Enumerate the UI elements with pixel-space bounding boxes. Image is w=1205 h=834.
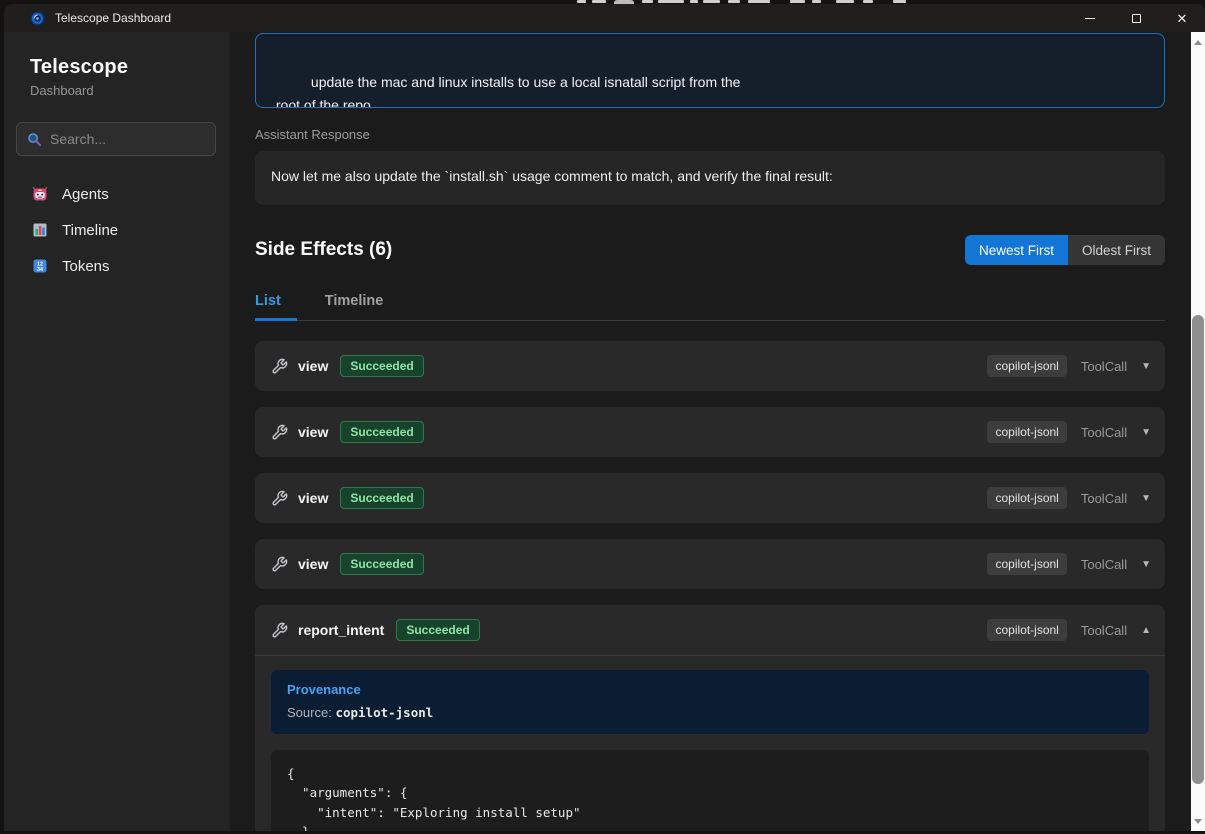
- user-message-text: update the mac and linux installs to use…: [272, 74, 740, 108]
- row-divider: [255, 655, 1165, 656]
- close-icon: ✕: [1177, 12, 1188, 25]
- source-badge: copilot-jsonl: [987, 487, 1066, 509]
- event-type-label: ToolCall: [1081, 425, 1127, 440]
- side-effect-row: view Succeeded copilot-jsonl ToolCall ▼: [255, 341, 1165, 391]
- status-badge: Succeeded: [340, 355, 423, 377]
- scroll-up-arrow-icon[interactable]: [1191, 35, 1205, 49]
- event-type-label: ToolCall: [1081, 557, 1127, 572]
- svg-text:34: 34: [37, 267, 43, 273]
- source-badge: copilot-jsonl: [987, 421, 1066, 443]
- side-effect-row-expanded: report_intent Succeeded copilot-jsonl To…: [255, 605, 1165, 831]
- status-badge: Succeeded: [340, 487, 423, 509]
- tool-name: report_intent: [298, 622, 384, 638]
- status-badge: Succeeded: [340, 421, 423, 443]
- vertical-scrollbar[interactable]: [1191, 32, 1205, 831]
- oldest-first-button[interactable]: Oldest First: [1068, 235, 1165, 265]
- sidebar-item-label: Tokens: [62, 258, 110, 275]
- tool-name: view: [298, 556, 328, 572]
- side-effect-row-header[interactable]: view Succeeded copilot-jsonl ToolCall ▼: [255, 407, 1165, 457]
- side-effect-row: view Succeeded copilot-jsonl ToolCall ▼: [255, 539, 1165, 589]
- side-effect-row-header[interactable]: report_intent Succeeded copilot-jsonl To…: [255, 605, 1165, 655]
- main-content: update the mac and linux installs to use…: [230, 32, 1191, 831]
- tab-timeline[interactable]: Timeline: [325, 287, 396, 320]
- tool-arguments-code: { "arguments": { "intent": "Exploring in…: [271, 750, 1149, 831]
- side-effects-title: Side Effects (6): [255, 239, 392, 261]
- robot-icon: [31, 185, 49, 203]
- chevron-up-icon[interactable]: ▲: [1141, 625, 1151, 636]
- search-box[interactable]: [16, 122, 216, 156]
- provenance-source-label: Source:: [287, 705, 332, 720]
- wrench-icon: [271, 358, 288, 375]
- close-button[interactable]: ✕: [1159, 4, 1205, 32]
- status-badge: Succeeded: [340, 553, 423, 575]
- view-tabs: List Timeline: [255, 287, 1165, 321]
- wrench-icon: [271, 490, 288, 507]
- maximize-icon: [1132, 14, 1141, 23]
- tool-name: view: [298, 358, 328, 374]
- side-effect-row-header[interactable]: view Succeeded copilot-jsonl ToolCall ▼: [255, 539, 1165, 589]
- scroll-down-arrow-icon[interactable]: [1191, 814, 1205, 828]
- event-type-label: ToolCall: [1081, 359, 1127, 374]
- user-message: update the mac and linux installs to use…: [255, 33, 1165, 108]
- chevron-down-icon[interactable]: ▼: [1141, 559, 1151, 570]
- chevron-down-icon[interactable]: ▼: [1141, 361, 1151, 372]
- sidebar: Telescope Dashboard: [4, 32, 230, 831]
- search-input[interactable]: [50, 131, 205, 147]
- assistant-response-text: Now let me also update the `install.sh` …: [271, 168, 833, 184]
- newest-first-button[interactable]: Newest First: [965, 235, 1068, 265]
- source-badge: copilot-jsonl: [987, 355, 1066, 377]
- wrench-icon: [271, 556, 288, 573]
- source-badge: copilot-jsonl: [987, 553, 1066, 575]
- sidebar-item-label: Agents: [62, 186, 109, 203]
- tab-list[interactable]: List: [255, 287, 297, 321]
- wrench-icon: [271, 424, 288, 441]
- sidebar-item-agents[interactable]: Agents: [4, 176, 230, 212]
- provenance-title: Provenance: [287, 682, 1133, 697]
- side-effect-row-header[interactable]: view Succeeded copilot-jsonl ToolCall ▼: [255, 473, 1165, 523]
- event-type-label: ToolCall: [1081, 623, 1127, 638]
- source-badge: copilot-jsonl: [987, 619, 1066, 641]
- side-effect-row: view Succeeded copilot-jsonl ToolCall ▼: [255, 473, 1165, 523]
- app-name: Telescope: [30, 56, 230, 79]
- assistant-response-label: Assistant Response: [255, 127, 1165, 142]
- scrollbar-thumb[interactable]: [1192, 315, 1204, 784]
- app-subtitle: Dashboard: [30, 83, 230, 98]
- app-logo-icon: [30, 11, 45, 26]
- sort-toggle: Newest First Oldest First: [965, 235, 1165, 265]
- side-effect-row: view Succeeded copilot-jsonl ToolCall ▼: [255, 407, 1165, 457]
- app-window: Telescope Dashboard ✕ Telescope Dashboar…: [4, 4, 1205, 831]
- provenance-source-value: copilot-jsonl: [335, 705, 433, 720]
- tool-name: view: [298, 424, 328, 440]
- sidebar-item-timeline[interactable]: Timeline: [4, 212, 230, 248]
- maximize-button[interactable]: [1113, 4, 1159, 32]
- event-type-label: ToolCall: [1081, 491, 1127, 506]
- search-icon: [27, 132, 42, 147]
- numbers-icon: 12 34: [31, 257, 49, 275]
- wrench-icon: [271, 622, 288, 639]
- bar-chart-icon: [31, 221, 49, 239]
- minimize-button[interactable]: [1067, 4, 1113, 32]
- assistant-response: Now let me also update the `install.sh` …: [255, 151, 1165, 205]
- sidebar-item-tokens[interactable]: 12 34 Tokens: [4, 248, 230, 284]
- sidebar-nav: Agents Timeline: [4, 176, 230, 284]
- window-title: Telescope Dashboard: [55, 11, 171, 25]
- chevron-down-icon[interactable]: ▼: [1141, 427, 1151, 438]
- titlebar[interactable]: Telescope Dashboard ✕: [4, 4, 1205, 32]
- tool-name: view: [298, 490, 328, 506]
- provenance-panel: Provenance Source: copilot-jsonl: [271, 670, 1149, 734]
- screen: Telescope Dashboard ✕ Telescope Dashboar…: [0, 0, 1205, 834]
- side-effect-row-header[interactable]: view Succeeded copilot-jsonl ToolCall ▼: [255, 341, 1165, 391]
- status-badge: Succeeded: [396, 619, 479, 641]
- chevron-down-icon[interactable]: ▼: [1141, 493, 1151, 504]
- minimize-icon: [1085, 18, 1095, 19]
- sidebar-item-label: Timeline: [62, 222, 118, 239]
- side-effects-list: view Succeeded copilot-jsonl ToolCall ▼: [255, 341, 1165, 831]
